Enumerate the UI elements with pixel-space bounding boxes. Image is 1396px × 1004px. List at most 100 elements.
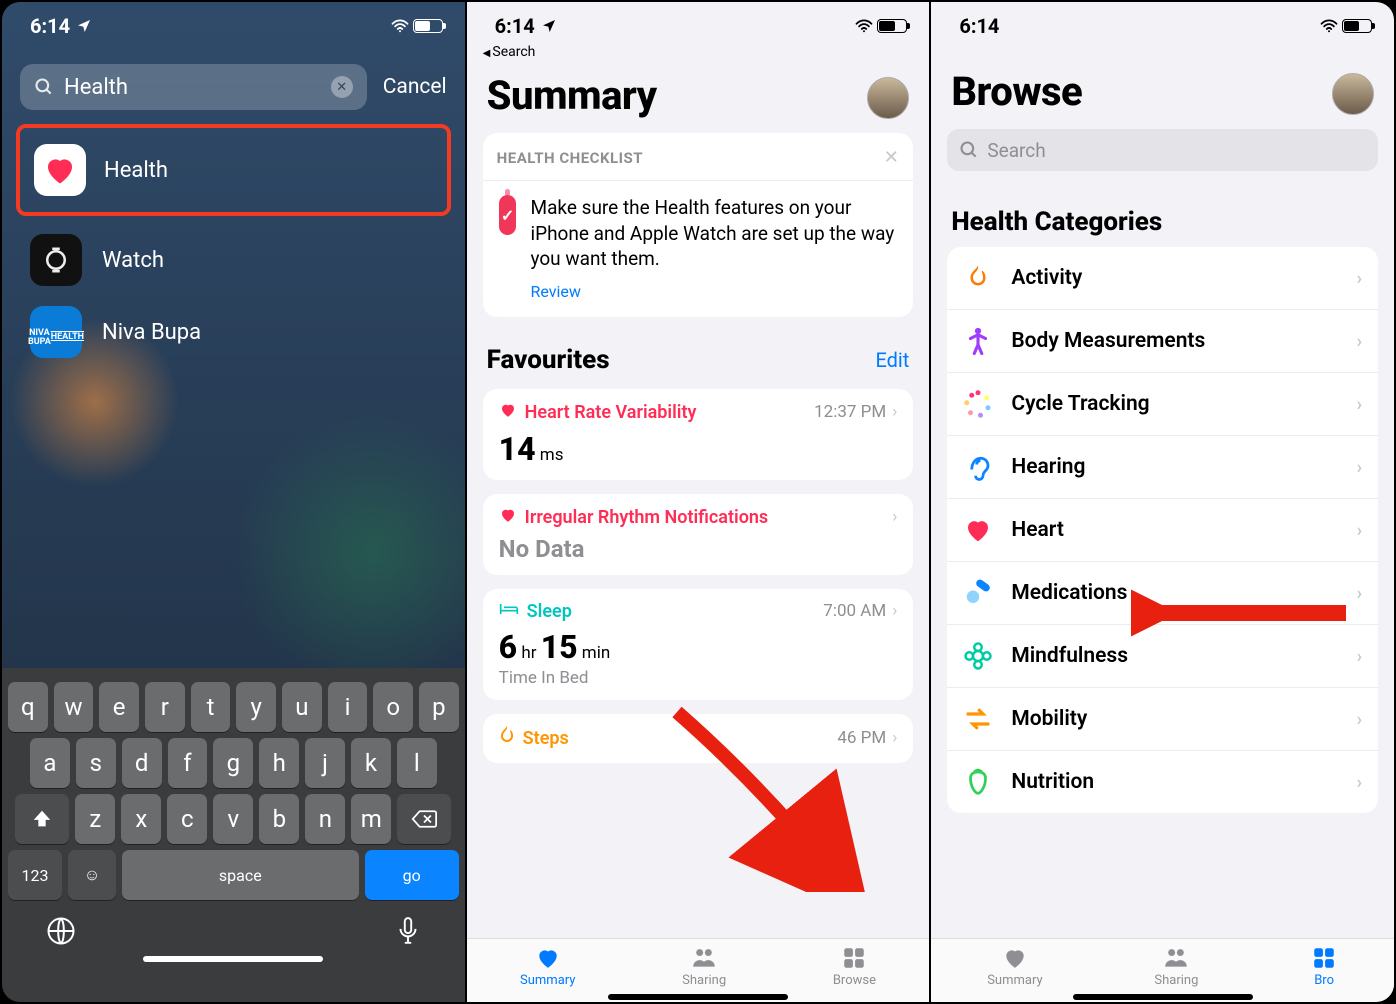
tab-sharing[interactable]: Sharing (682, 945, 726, 988)
search-result-health-highlighted[interactable]: Health (16, 124, 451, 216)
key-h[interactable]: h (259, 738, 299, 788)
backspace-key[interactable] (397, 794, 451, 844)
globe-icon[interactable] (46, 916, 76, 950)
favourite-title: Heart Rate Variability (525, 402, 697, 423)
favourite-card[interactable]: Irregular Rhythm Notifications›No Data (483, 494, 914, 575)
heart-icon (1001, 945, 1029, 971)
category-cycle-tracking[interactable]: Cycle Tracking› (947, 373, 1378, 436)
key-k[interactable]: k (351, 738, 391, 788)
edit-button[interactable]: Edit (875, 348, 909, 372)
category-mindfulness[interactable]: Mindfulness› (947, 625, 1378, 688)
category-label: Mindfulness (1011, 644, 1128, 668)
home-indicator[interactable] (608, 994, 788, 1000)
home-indicator[interactable] (143, 956, 323, 962)
battery-icon (1342, 19, 1372, 33)
shift-key[interactable] (15, 794, 69, 844)
key-v[interactable]: v (213, 794, 253, 844)
cancel-button[interactable]: Cancel (383, 75, 447, 99)
chevron-right-icon: › (1357, 394, 1362, 415)
key-z[interactable]: z (75, 794, 115, 844)
category-icon (963, 263, 993, 293)
key-x[interactable]: x (121, 794, 161, 844)
back-to-search[interactable]: Search (467, 42, 930, 62)
browse-pane: 6:14 Browse Search Health Categories Act… (931, 2, 1394, 1002)
tab-browse[interactable]: Bro (1310, 945, 1338, 988)
clear-icon[interactable]: ✕ (331, 76, 353, 98)
category-icon (963, 515, 993, 545)
key-s[interactable]: s (76, 738, 116, 788)
summary-pane: 6:14 Search Summary HEALTH CHECKLIST ✕ ✓… (467, 2, 932, 1002)
key-u[interactable]: u (282, 682, 322, 732)
category-icon (963, 704, 993, 734)
category-mobility[interactable]: Mobility› (947, 688, 1378, 751)
category-label: Medications (1011, 581, 1127, 605)
chevron-right-icon: › (1357, 709, 1362, 730)
key-c[interactable]: c (167, 794, 207, 844)
favourite-title: Sleep (527, 601, 572, 622)
search-result-niva[interactable]: NIVA BUPA HEALTH Niva Bupa (2, 296, 465, 368)
key-w[interactable]: w (54, 682, 94, 732)
heart-icon (499, 401, 517, 424)
dictation-icon[interactable] (395, 916, 421, 950)
wifi-icon (1320, 19, 1338, 33)
favourite-card[interactable]: Steps46 PM› (483, 714, 914, 763)
key-a[interactable]: a (30, 738, 70, 788)
key-m[interactable]: m (351, 794, 391, 844)
category-heart[interactable]: Heart› (947, 499, 1378, 562)
close-icon[interactable]: ✕ (884, 147, 900, 168)
key-b[interactable]: b (259, 794, 299, 844)
tab-bar: Summary Sharing Browse (467, 938, 930, 1002)
category-activity[interactable]: Activity› (947, 247, 1378, 310)
key-t[interactable]: t (191, 682, 231, 732)
category-medications[interactable]: Medications› (947, 562, 1378, 625)
tab-summary[interactable]: Summary (987, 945, 1042, 988)
tab-sharing[interactable]: Sharing (1154, 945, 1198, 988)
key-d[interactable]: d (122, 738, 162, 788)
emoji-key[interactable]: ☺ (68, 850, 116, 900)
favourites-header: Favourites (487, 345, 610, 375)
checklist-icon: ✓ (499, 195, 517, 235)
browse-search-input[interactable]: Search (947, 129, 1378, 171)
review-link[interactable]: Review (530, 282, 580, 301)
tab-browse[interactable]: Browse (833, 945, 876, 988)
key-o[interactable]: o (373, 682, 413, 732)
category-hearing[interactable]: Hearing› (947, 436, 1378, 499)
tab-summary[interactable]: Summary (520, 945, 575, 988)
category-label: Activity (1011, 266, 1082, 290)
number-key[interactable]: 123 (8, 850, 62, 900)
key-n[interactable]: n (305, 794, 345, 844)
spotlight-search-input[interactable]: Health ✕ (20, 64, 367, 110)
key-r[interactable]: r (145, 682, 185, 732)
space-key[interactable]: space (122, 850, 359, 900)
keyboard[interactable]: qwertyuiop asdfghjkl zxcvbnm 123 ☺ space… (2, 668, 465, 1002)
category-icon (963, 578, 993, 608)
key-l[interactable]: l (397, 738, 437, 788)
heart-icon (499, 506, 517, 529)
result-label: Health (104, 158, 168, 183)
category-label: Hearing (1011, 455, 1085, 479)
status-bar: 6:14 (931, 2, 1394, 42)
category-nutrition[interactable]: Nutrition› (947, 751, 1378, 813)
key-j[interactable]: j (305, 738, 345, 788)
home-indicator[interactable] (1073, 994, 1253, 1000)
go-key[interactable]: go (365, 850, 459, 900)
categories-header: Health Categories (951, 207, 1162, 237)
search-result-watch[interactable]: Watch (2, 224, 465, 296)
key-y[interactable]: y (236, 682, 276, 732)
key-p[interactable]: p (419, 682, 459, 732)
favourite-card[interactable]: Sleep7:00 AM›6 hr 15 minTime In Bed (483, 589, 914, 700)
avatar[interactable] (1332, 73, 1374, 115)
category-body-measurements[interactable]: Body Measurements› (947, 310, 1378, 373)
result-label: Watch (102, 248, 164, 273)
key-q[interactable]: q (8, 682, 48, 732)
favourite-card[interactable]: Heart Rate Variability12:37 PM›14 ms (483, 389, 914, 480)
key-f[interactable]: f (168, 738, 208, 788)
search-icon (959, 140, 979, 160)
key-e[interactable]: e (99, 682, 139, 732)
avatar[interactable] (867, 77, 909, 119)
key-i[interactable]: i (328, 682, 368, 732)
key-g[interactable]: g (213, 738, 253, 788)
location-icon (76, 18, 92, 34)
battery-icon (413, 19, 443, 33)
favourite-title: Irregular Rhythm Notifications (525, 507, 769, 528)
